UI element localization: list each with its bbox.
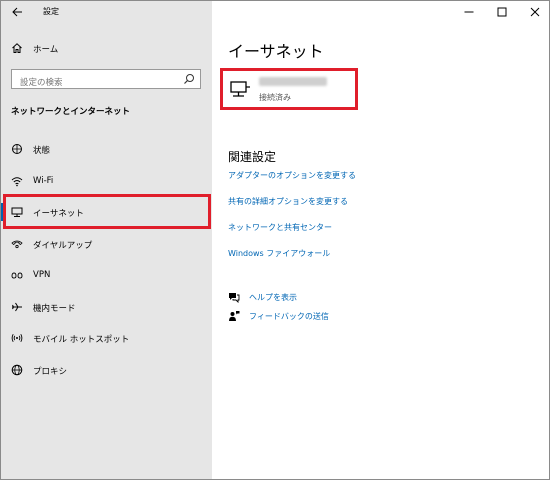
feedback-link[interactable]: フィードバックの送信 — [249, 311, 329, 322]
sidebar-item-status[interactable]: 状態 — [1, 133, 212, 165]
sidebar-item-hotspot[interactable]: モバイル ホットスポット — [1, 322, 212, 354]
sidebar-item-dialup[interactable]: ダイヤルアップ — [1, 228, 212, 260]
sidebar-item-label: 機内モード — [33, 303, 76, 314]
connection-status: 接続済み — [259, 93, 291, 102]
titlebar-left: 設定 — [1, 1, 212, 25]
sidebar-item-vpn[interactable]: VPN — [1, 259, 212, 291]
vpn-icon — [11, 272, 23, 279]
minimize-icon — [464, 11, 473, 13]
feedback-row[interactable]: フィードバックの送信 — [228, 309, 329, 323]
link-adapter-options[interactable]: アダプターのオプションを変更する — [228, 170, 356, 181]
home-label: ホーム — [33, 45, 59, 55]
search-box[interactable] — [11, 69, 201, 92]
help-chat-icon — [229, 293, 240, 303]
related-settings-title: 関連設定 — [228, 150, 277, 164]
globe-icon — [11, 364, 23, 375]
highlight-box-nav — [3, 194, 211, 229]
sidebar-item-label: ダイヤルアップ — [33, 240, 93, 251]
dialup-icon — [11, 240, 23, 248]
sidebar: 設定 ホーム ネットワークとインターネット 状態 — [1, 1, 212, 479]
main-panel: イーサネット 接続済み 関連設定 アダプターのオプションを変更する 共有の詳細オ… — [212, 1, 549, 479]
back-arrow-icon — [11, 7, 22, 17]
nav-list: 状態 Wi-Fi イーサネット ダイヤルアップ VPN 機内モード モバイル ホ… — [1, 133, 212, 385]
sidebar-item-proxy[interactable]: プロキシ — [1, 354, 212, 386]
ethernet-connection-card[interactable]: 接続済み — [220, 68, 358, 110]
window-controls — [452, 1, 549, 23]
link-windows-firewall[interactable]: Windows ファイアウォール — [228, 248, 330, 259]
back-button[interactable] — [7, 3, 27, 21]
feedback-person-icon — [229, 311, 240, 321]
page-title: イーサネット — [228, 42, 324, 61]
window-title: 設定 — [43, 7, 59, 16]
minimize-button[interactable] — [452, 1, 485, 23]
airplane-icon — [12, 302, 22, 311]
search-icon[interactable] — [183, 73, 195, 85]
settings-window: 設定 ホーム ネットワークとインターネット 状態 — [0, 0, 550, 480]
section-title: ネットワークとインターネット — [11, 107, 131, 117]
sidebar-item-label: Wi-Fi — [33, 175, 54, 186]
sidebar-item-wifi[interactable]: Wi-Fi — [1, 165, 212, 197]
connection-name-redacted — [259, 77, 327, 86]
close-button[interactable] — [518, 1, 549, 23]
close-icon — [530, 7, 539, 17]
wifi-icon — [11, 176, 23, 186]
sidebar-item-label: モバイル ホットスポット — [33, 335, 130, 345]
nav-home[interactable]: ホーム — [1, 37, 212, 59]
sidebar-item-label: VPN — [33, 270, 51, 280]
sidebar-item-label: 状態 — [33, 146, 51, 156]
maximize-icon — [497, 7, 506, 17]
link-network-sharing-center[interactable]: ネットワークと共有センター — [228, 222, 332, 233]
sidebar-item-airplane[interactable]: 機内モード — [1, 291, 212, 323]
link-advanced-sharing[interactable]: 共有の詳細オプションを変更する — [228, 196, 348, 207]
ethernet-adapter-icon — [230, 81, 250, 97]
get-help-link[interactable]: ヘルプを表示 — [249, 292, 297, 303]
globe-status-icon — [12, 144, 22, 154]
sidebar-item-label: プロキシ — [33, 366, 68, 377]
hotspot-icon — [11, 333, 23, 343]
maximize-button[interactable] — [485, 1, 518, 23]
home-icon — [12, 43, 22, 53]
search-input[interactable] — [12, 74, 172, 92]
get-help-row[interactable]: ヘルプを表示 — [228, 290, 297, 304]
